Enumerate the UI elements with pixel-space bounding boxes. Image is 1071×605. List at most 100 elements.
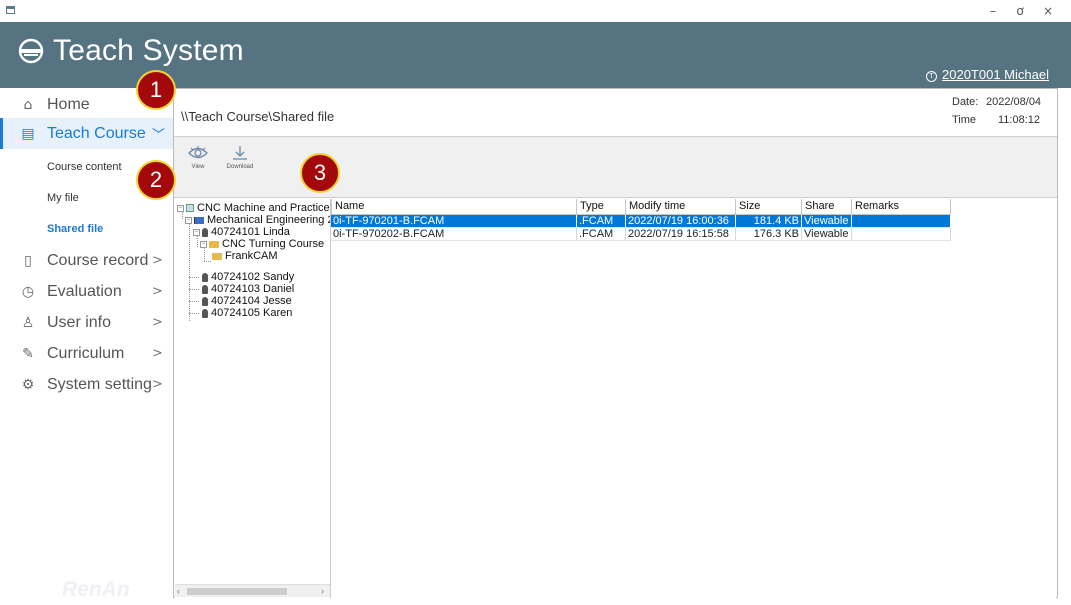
collapse-icon[interactable]: − (200, 240, 207, 248)
scroll-left-icon[interactable]: ‹ (177, 585, 180, 598)
tree-node-course[interactable]: − CNC Machine and Practice (177, 202, 330, 214)
sidebar-item-evaluation[interactable]: ◷ Evaluation > (0, 276, 173, 307)
shared-file-table: Name Type Modify time Size Share Remarks… (331, 199, 1056, 598)
flag-icon (194, 216, 204, 224)
document-icon: ▯ (24, 252, 32, 269)
sidebar-item-course-record[interactable]: ▯ Course record > (0, 245, 173, 276)
user-icon (202, 308, 208, 318)
date-value: 2022/08/04 (986, 96, 1042, 108)
table-row[interactable]: 0i-TF-970202-B.FCAM .FCAM 2022/07/19 16:… (331, 228, 951, 241)
collapse-icon[interactable]: − (193, 228, 200, 236)
tree-node-student[interactable]: 40724102 Sandy (202, 271, 294, 283)
column-header-remarks[interactable]: Remarks (851, 199, 951, 215)
scroll-right-icon[interactable]: › (321, 585, 324, 598)
sidebar-subitem-course-content[interactable]: Course content (47, 161, 122, 173)
app-title: Teach System (53, 34, 244, 67)
column-header-size[interactable]: Size (735, 199, 802, 215)
file-name-cell: 0i-TF-970202-B.FCAM (331, 228, 577, 241)
collapse-icon[interactable]: − (185, 216, 192, 224)
teacher-badge-icon: T (926, 71, 937, 82)
tree-node-label: 40724104 Jesse (211, 295, 292, 307)
user-icon: ♙ (21, 314, 35, 331)
tree-node-label: 40724103 Daniel (211, 283, 295, 295)
download-icon (233, 146, 247, 160)
tree-node-label: 40724101 Linda (211, 226, 290, 238)
file-type-cell: .FCAM (577, 228, 626, 241)
file-modify-time-cell: 2022/07/19 16:00:36 (626, 215, 736, 228)
minimize-button[interactable]: – (979, 2, 1007, 20)
sidebar-item-system-setting[interactable]: ⚙ System setting > (0, 369, 173, 400)
database-icon (186, 204, 194, 212)
file-size-cell: 176.3 KB (736, 228, 802, 241)
table-row[interactable]: 0i-TF-970201-B.FCAM .FCAM 2022/07/19 16:… (331, 215, 951, 228)
column-header-name[interactable]: Name (331, 199, 577, 215)
file-remarks-cell (852, 228, 951, 241)
tree-horizontal-scrollbar[interactable]: ‹ › (175, 584, 330, 597)
sidebar-item-user-info[interactable]: ♙ User info > (0, 307, 173, 338)
tree-node-label: CNC Machine and Practice (197, 202, 330, 214)
user-account-link[interactable]: 2020T001 Michael (942, 67, 1049, 82)
scrollbar-thumb[interactable] (187, 588, 287, 595)
teach-system-window: – ơ × Teach System T 2020T001 Michael ⌂ … (0, 0, 1071, 605)
folder-icon (212, 252, 222, 260)
chevron-right-icon: > (152, 377, 163, 392)
user-icon (202, 284, 208, 294)
tree-node-folder-selected[interactable]: FrankCAM (212, 250, 278, 262)
file-name-cell: 0i-TF-970201-B.FCAM (331, 215, 577, 228)
tree-node-label: Mechanical Engineering 2 (207, 214, 331, 226)
date-label: Date: (952, 96, 979, 108)
renan-watermark: RenAn (62, 578, 130, 601)
tree-node-label: CNC Turning Course (222, 238, 325, 250)
tree-node-class[interactable]: − Mechanical Engineering 2 (185, 214, 331, 226)
callout-marker-3: 3 (300, 153, 340, 193)
download-button[interactable]: Download (222, 145, 258, 179)
chevron-right-icon: > (152, 253, 163, 268)
user-icon (202, 227, 208, 237)
course-tree: − CNC Machine and Practice − Mechanical … (175, 199, 331, 598)
sidebar-item-label: Home (47, 95, 90, 113)
close-button[interactable]: × (1034, 2, 1062, 20)
column-header-type[interactable]: Type (576, 199, 626, 215)
chevron-down-icon: ﹀ (152, 128, 166, 143)
sidebar-subitem-shared-file[interactable]: Shared file (47, 223, 103, 235)
file-share-cell: Viewable (802, 215, 852, 228)
breadcrumb: \\Teach Course\Shared file (181, 109, 335, 124)
sidebar-item-label: User info (47, 313, 112, 331)
chevron-right-icon: > (152, 284, 163, 299)
pencil-icon: ✎ (22, 345, 34, 362)
column-header-share[interactable]: Share (801, 199, 852, 215)
tree-node-student[interactable]: − 40724101 Linda (193, 226, 290, 238)
view-button-label: View (191, 164, 205, 170)
sidebar-item-label: Teach Course (47, 124, 146, 142)
book-icon: ▤ (21, 125, 35, 142)
sidebar-subitem-my-file[interactable]: My file (47, 192, 79, 204)
column-header-modify-time[interactable]: Modify time (625, 199, 736, 215)
tree-node-student[interactable]: 40724104 Jesse (202, 295, 292, 307)
chevron-right-icon: > (152, 346, 163, 361)
home-icon: ⌂ (23, 96, 33, 113)
sidebar-item-label: System setting (47, 375, 152, 393)
sidebar-item-teach-course[interactable]: ▤ Teach Course ﹀ (0, 118, 173, 149)
sidebar-item-label: Course record (47, 251, 149, 269)
collapse-icon[interactable]: − (177, 204, 184, 212)
tree-node-label: FrankCAM (225, 250, 278, 262)
user-icon (202, 272, 208, 282)
clock-icon: ◷ (21, 283, 35, 300)
time-label: Time (952, 114, 977, 126)
callout-marker-2: 2 (136, 160, 176, 200)
folder-icon (209, 240, 219, 248)
helmet-logo-icon (18, 38, 44, 64)
sidebar-item-curriculum[interactable]: ✎ Curriculum > (0, 338, 173, 369)
callout-marker-1: 1 (136, 70, 176, 110)
file-size-cell: 181.4 KB (736, 215, 802, 228)
tree-node-label: 40724105 Karen (211, 307, 293, 319)
time-value: 11:08:12 (998, 114, 1041, 126)
tree-node-folder[interactable]: − CNC Turning Course (200, 238, 324, 250)
file-type-cell: .FCAM (577, 215, 626, 228)
tree-node-student[interactable]: 40724105 Karen (202, 307, 292, 319)
user-icon (202, 296, 208, 306)
tree-node-student[interactable]: 40724103 Daniel (202, 283, 294, 295)
view-button[interactable]: View (180, 145, 216, 179)
file-modify-time-cell: 2022/07/19 16:15:58 (626, 228, 736, 241)
maximize-button[interactable]: ơ (1006, 2, 1034, 20)
